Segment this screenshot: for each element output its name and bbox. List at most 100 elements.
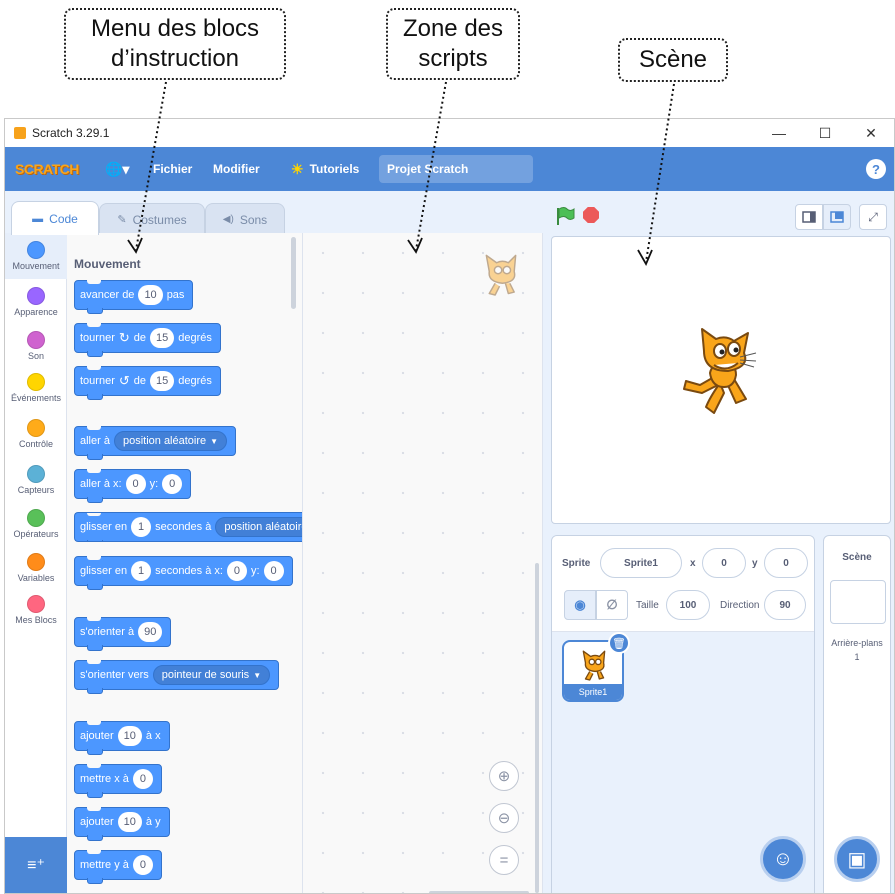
- block-input[interactable]: 0: [162, 474, 183, 494]
- maximize-button[interactable]: ☐: [802, 119, 848, 147]
- scratch-logo[interactable]: SCRATCH: [15, 147, 79, 191]
- block-change-y[interactable]: ajouter 10 à y: [74, 807, 170, 841]
- tab-costumes[interactable]: ✎ Costumes: [99, 203, 205, 235]
- palette-scrollbar[interactable]: [291, 237, 296, 309]
- block-input[interactable]: 0: [263, 561, 284, 581]
- fullscreen-icon: ⤢: [868, 209, 878, 224]
- category-label: Capteurs: [17, 485, 55, 495]
- tab-code[interactable]: ▬ Code: [11, 201, 99, 235]
- block-dropdown-text: pointeur de souris: [161, 669, 250, 681]
- trash-icon: 🗑: [612, 637, 626, 650]
- block-input[interactable]: 10: [117, 726, 142, 746]
- zoom-in-button[interactable]: ⊕: [489, 761, 519, 791]
- project-title-input[interactable]: Projet Scratch: [379, 155, 533, 183]
- zoom-reset-button[interactable]: =: [489, 845, 519, 875]
- block-input[interactable]: 15: [150, 371, 175, 391]
- stage-canvas[interactable]: [551, 236, 891, 524]
- sprite-name-input[interactable]: Sprite1: [600, 548, 682, 578]
- dropdown-caret-icon: ▼: [253, 670, 262, 680]
- block-input[interactable]: 1: [131, 561, 152, 581]
- block-text: aller à x:: [80, 478, 122, 490]
- category-dot-my-blocks: [27, 595, 45, 613]
- category-motion[interactable]: Mouvement: [5, 233, 67, 279]
- block-glide-to[interactable]: glisser en 1 secondes à position aléatoi…: [74, 512, 302, 542]
- green-flag-icon[interactable]: [555, 206, 575, 226]
- category-label: Variables: [17, 573, 55, 583]
- block-go-to[interactable]: aller à position aléatoire ▼: [74, 426, 237, 460]
- sprite-thumbnail-label: Sprite1: [564, 684, 622, 700]
- category-looks[interactable]: Apparence: [5, 287, 67, 317]
- help-icon[interactable]: ?: [866, 159, 886, 179]
- delete-sprite-button[interactable]: 🗑: [608, 632, 630, 654]
- add-backdrop-button[interactable]: ▣: [834, 836, 880, 882]
- category-operators[interactable]: Opérateurs: [5, 509, 67, 539]
- zoom-out-button[interactable]: ⊖: [489, 803, 519, 833]
- backdrop-pane-title: Scène: [842, 552, 872, 563]
- block-input[interactable]: 0: [132, 769, 153, 789]
- size-input[interactable]: 100: [666, 590, 710, 620]
- category-control[interactable]: Contrôle: [5, 419, 67, 449]
- block-input[interactable]: 15: [150, 328, 175, 348]
- block-dropdown[interactable]: position aléatoire: [215, 517, 302, 537]
- fullscreen-button[interactable]: ⤢: [859, 204, 887, 230]
- block-go-to-xy[interactable]: aller à x: 0 y: 0: [74, 469, 192, 503]
- x-position-input[interactable]: 0: [702, 548, 746, 578]
- block-input[interactable]: 1: [131, 517, 152, 537]
- block-dropdown[interactable]: pointeur de souris ▼: [152, 665, 271, 685]
- block-text: secondes à x:: [155, 565, 223, 577]
- show-sprite-button[interactable]: ◉: [564, 590, 596, 620]
- block-move-steps[interactable]: avancer de 10 pas: [74, 280, 194, 314]
- hide-sprite-button[interactable]: ∅: [596, 590, 628, 620]
- block-input[interactable]: 0: [226, 561, 247, 581]
- menu-file[interactable]: Fichier: [153, 147, 192, 191]
- backdrop-thumbnail[interactable]: [830, 580, 886, 624]
- category-variables[interactable]: Variables: [5, 553, 67, 583]
- block-input[interactable]: 10: [138, 285, 163, 305]
- cat-sprite[interactable]: [680, 327, 760, 417]
- y-position-input[interactable]: 0: [764, 548, 808, 578]
- menu-edit[interactable]: Modifier: [213, 147, 260, 191]
- block-turn-right[interactable]: tourner ↻ de 15 degrés: [74, 323, 221, 357]
- stage-backdrop-pane[interactable]: Scène Arrière-plans 1 ▣: [823, 535, 891, 893]
- tutorials-bulb-icon: ☀: [291, 160, 304, 177]
- block-point-towards[interactable]: s'orienter vers pointeur de souris ▼: [74, 660, 280, 694]
- block-input[interactable]: 0: [132, 855, 153, 875]
- block-text: glisser en: [80, 521, 128, 533]
- sprite-pane: Sprite Sprite1 x 0 y 0 ◉ ∅ Taille 100 Di…: [551, 535, 815, 893]
- category-sound[interactable]: Son: [5, 331, 67, 361]
- add-extension-button[interactable]: ≡⁺: [5, 837, 67, 893]
- large-stage-button[interactable]: [823, 204, 851, 230]
- large-stage-icon: [830, 211, 844, 223]
- add-sprite-button[interactable]: ☺: [760, 836, 806, 882]
- block-text: aller à: [80, 435, 110, 447]
- block-turn-left[interactable]: tourner ↺ de 15 degrés: [74, 366, 221, 400]
- tab-sounds[interactable]: ◀) Sons: [205, 203, 285, 235]
- block-text: à y: [145, 816, 161, 828]
- block-input[interactable]: 10: [117, 812, 142, 832]
- stop-icon[interactable]: [583, 207, 599, 223]
- block-text: ajouter: [80, 816, 114, 828]
- category-events[interactable]: Événements: [5, 373, 67, 403]
- block-set-x[interactable]: mettre x à 0: [74, 764, 162, 798]
- direction-input[interactable]: 90: [764, 590, 806, 620]
- block-dropdown[interactable]: position aléatoire ▼: [113, 431, 228, 451]
- eye-slash-icon: ∅: [606, 597, 618, 612]
- block-set-y[interactable]: mettre y à 0: [74, 850, 162, 884]
- category-dot-events: [27, 373, 45, 391]
- brush-icon: ✎: [117, 214, 127, 226]
- category-sensing[interactable]: Capteurs: [5, 465, 67, 495]
- minimize-button[interactable]: —: [756, 119, 802, 147]
- script-area[interactable]: ⊕ ⊖ =: [303, 233, 543, 893]
- title-bar: Scratch 3.29.1 — ☐ ✕: [5, 119, 894, 147]
- small-stage-button[interactable]: [795, 204, 823, 230]
- block-change-x[interactable]: ajouter 10 à x: [74, 721, 170, 755]
- menu-tutorials[interactable]: ☀ Tutoriels: [291, 147, 359, 191]
- block-input[interactable]: 90: [138, 622, 163, 642]
- close-button[interactable]: ✕: [848, 119, 894, 147]
- language-globe-icon[interactable]: 🌐▾: [105, 147, 129, 191]
- block-glide-to-xy[interactable]: glisser en 1 secondes à x: 0 y: 0: [74, 556, 293, 590]
- block-point-in-direction[interactable]: s'orienter à 90: [74, 617, 172, 651]
- script-vertical-scrollbar[interactable]: [535, 563, 539, 893]
- category-my-blocks[interactable]: Mes Blocs: [5, 595, 67, 625]
- block-input[interactable]: 0: [125, 474, 146, 494]
